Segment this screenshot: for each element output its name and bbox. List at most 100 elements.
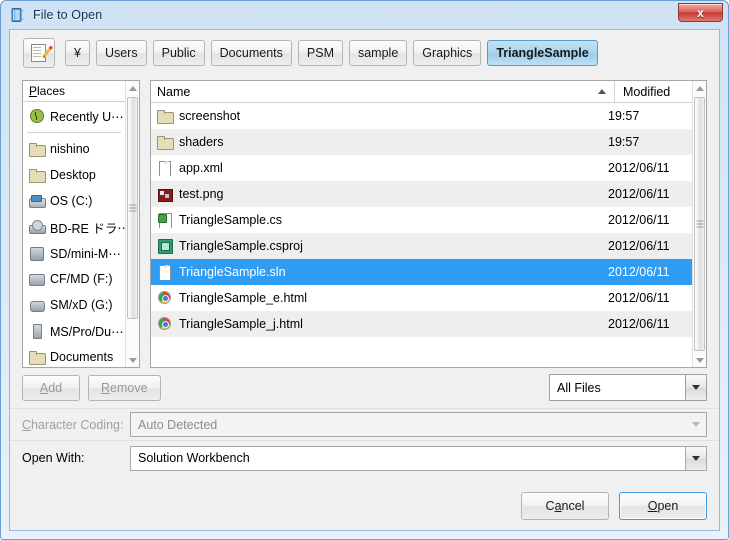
file-modified: 19:57 <box>608 135 640 149</box>
open-button[interactable]: Open <box>619 492 707 520</box>
sidebar-item-label: SM/xD (G:) <box>50 298 113 312</box>
breadcrumb-users[interactable]: Users <box>95 40 147 66</box>
file-list-body: screenshot 19:57 shaders 19:57 app.xml 2… <box>151 103 692 367</box>
table-row[interactable]: shaders 19:57 <box>151 129 692 155</box>
places-actions: Add Remove <box>22 374 169 402</box>
character-coding-row: Character Coding: Auto Detected <box>10 408 719 441</box>
file-list-header: Name Modified <box>151 81 706 103</box>
breadcrumb-yen[interactable]: ¥ <box>65 40 90 66</box>
close-button[interactable]: x <box>678 3 723 22</box>
panes-row: Places Recently U⋯ nishino Desktop OS (C… <box>22 80 707 368</box>
column-header-name[interactable]: Name <box>151 85 614 99</box>
folder-icon <box>29 141 46 157</box>
window-title: File to Open <box>33 7 103 22</box>
scroll-up-icon[interactable] <box>126 81 139 95</box>
table-row-selected[interactable]: TriangleSample.sln 2012/06/11 <box>151 259 692 285</box>
file-name: TriangleSample.cs <box>179 213 283 227</box>
sidebar-item-label: Desktop <box>50 168 96 182</box>
places-list: Recently U⋯ nishino Desktop OS (C:) BD-R… <box>23 103 125 367</box>
remove-button-label: emove <box>110 381 148 395</box>
file-filter-dropdown[interactable]: All Files <box>549 374 707 401</box>
document-icon <box>157 264 173 280</box>
file-modified: 2012/06/11 <box>608 265 670 279</box>
places-header: Places <box>23 81 139 102</box>
open-with-dropdown[interactable]: Solution Workbench <box>130 445 707 471</box>
file-name: TriangleSample.sln <box>179 265 286 279</box>
drive-icon <box>29 193 46 209</box>
recent-icon <box>29 108 45 124</box>
table-row[interactable]: TriangleSample_e.html 2012/06/11 <box>151 285 692 311</box>
sidebar-item-label: MS/Pro/Du⋯ <box>50 324 124 339</box>
notebook-icon <box>10 7 26 23</box>
title-bar: File to Open x <box>1 1 728 28</box>
file-name: shaders <box>179 135 224 149</box>
scroll-down-icon[interactable] <box>126 353 139 367</box>
chevron-down-icon[interactable] <box>685 446 706 470</box>
sidebar-item-nishino[interactable]: nishino <box>23 136 125 162</box>
sidebar-item-sd-minim[interactable]: SD/mini-M⋯ <box>23 240 125 266</box>
table-row[interactable]: TriangleSample.csproj 2012/06/11 <box>151 233 692 259</box>
chevron-down-icon[interactable] <box>685 375 706 400</box>
places-header-label: laces <box>37 84 66 98</box>
sidebar-item-ms-pro-duo[interactable]: MS/Pro/Du⋯ <box>23 318 125 344</box>
places-scrollbar[interactable] <box>125 81 139 367</box>
file-modified: 2012/06/11 <box>608 161 670 175</box>
dialog-actions: Ca ncel Open <box>511 492 707 520</box>
csproj-icon <box>157 238 173 254</box>
card-reader-icon <box>29 297 45 313</box>
cancel-button[interactable]: Ca ncel <box>521 492 609 520</box>
character-coding-dropdown: Auto Detected <box>130 412 707 437</box>
table-row[interactable]: screenshot 19:57 <box>151 103 692 129</box>
sidebar-item-label: CF/MD (F:) <box>50 272 113 286</box>
column-header-modified-label: Modified <box>623 84 671 99</box>
document-icon <box>157 160 173 176</box>
path-bar: ¥ Users Public Documents PSM sample Grap… <box>11 31 718 75</box>
places-separator <box>23 129 125 136</box>
sidebar-item-desktop[interactable]: Desktop <box>23 162 125 188</box>
file-list-scroll-thumb[interactable] <box>694 97 705 351</box>
cancel-button-label: C <box>545 499 555 513</box>
file-list-scrollbar[interactable] <box>692 81 706 367</box>
chrome-icon <box>157 316 173 332</box>
file-name: TriangleSample_e.html <box>179 291 308 305</box>
scroll-up-icon[interactable] <box>693 81 706 95</box>
remove-button[interactable]: Remove <box>88 375 161 401</box>
sidebar-item-sm-xd-g[interactable]: SM/xD (G:) <box>23 292 125 318</box>
folder-icon <box>157 108 174 124</box>
folder-icon <box>29 167 46 183</box>
edit-location-button[interactable] <box>23 38 55 68</box>
folder-icon <box>157 134 174 150</box>
open-with-label: Open With: <box>22 451 85 465</box>
sidebar-item-documents[interactable]: Documents <box>23 344 125 367</box>
file-modified: 2012/06/11 <box>608 239 670 253</box>
chevron-down-icon <box>685 413 706 436</box>
sidebar-item-cf-md-f[interactable]: CF/MD (F:) <box>23 266 125 292</box>
breadcrumb-trianglesample[interactable]: TriangleSample <box>487 40 598 66</box>
breadcrumb-graphics[interactable]: Graphics <box>413 40 482 66</box>
close-icon: x <box>697 5 704 20</box>
table-row[interactable]: TriangleSample.cs 2012/06/11 <box>151 207 692 233</box>
character-coding-value: Auto Detected <box>138 417 218 432</box>
table-row[interactable]: TriangleSample_j.html 2012/06/11 <box>151 311 692 337</box>
sidebar-item-label: BD-RE ドラ⋯ <box>50 221 125 236</box>
open-with-row: Open With: Solution Workbench <box>10 441 719 475</box>
table-row[interactable]: app.xml 2012/06/11 <box>151 155 692 181</box>
sidebar-item-bd-re[interactable]: BD-RE ドラ⋯ <box>23 214 125 240</box>
file-modified: 2012/06/11 <box>608 317 670 331</box>
sidebar-item-recently-used[interactable]: Recently U⋯ <box>23 103 125 129</box>
breadcrumb-public[interactable]: Public <box>152 40 205 66</box>
breadcrumb-documents[interactable]: Documents <box>210 40 292 66</box>
breadcrumb-sample[interactable]: sample <box>348 40 408 66</box>
sidebar-item-os-c[interactable]: OS (C:) <box>23 188 125 214</box>
add-button[interactable]: Add <box>22 375 80 401</box>
memory-stick-icon <box>29 323 45 339</box>
table-row[interactable]: test.png 2012/06/11 <box>151 181 692 207</box>
character-coding-label-text: haracter Coding: <box>31 417 124 432</box>
open-button-label: pen <box>657 499 679 513</box>
scroll-down-icon[interactable] <box>693 353 706 367</box>
file-filter-value: All Files <box>557 380 601 395</box>
breadcrumb-psm[interactable]: PSM <box>297 40 343 66</box>
card-reader-icon <box>29 271 45 287</box>
places-scroll-thumb[interactable] <box>127 97 138 319</box>
file-modified: 19:57 <box>608 109 640 123</box>
